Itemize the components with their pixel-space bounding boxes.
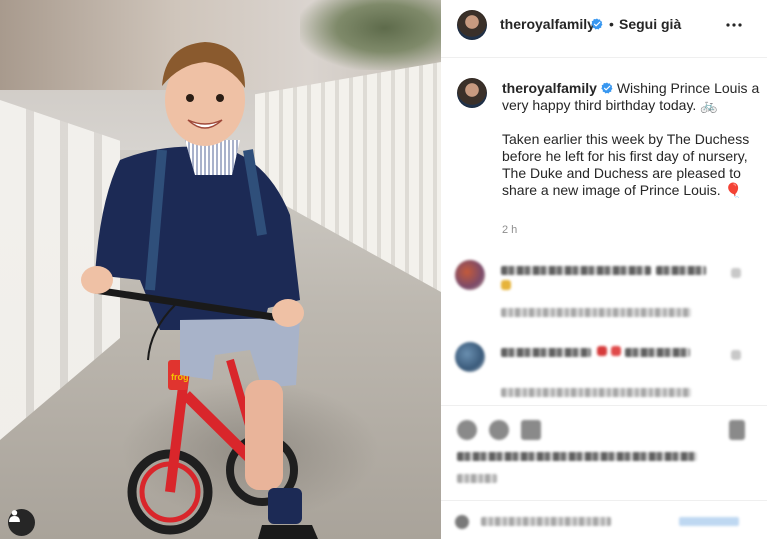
verified-badge-icon	[601, 82, 613, 94]
comment-text-blurred	[656, 266, 706, 275]
comment-text-blurred	[625, 348, 690, 357]
following-button[interactable]: Segui già	[619, 16, 681, 32]
comment-emoji-blurred	[501, 280, 511, 290]
commenter-avatar	[455, 260, 485, 290]
caption-author-username[interactable]: theroyalfamily	[502, 80, 597, 96]
author-avatar[interactable]	[457, 10, 487, 40]
child-on-bike-illustration: frog	[81, 42, 318, 539]
publish-button-blurred[interactable]	[679, 517, 739, 526]
header-separator: •	[609, 16, 614, 32]
heart-icon[interactable]	[731, 268, 741, 278]
comment-input-bar[interactable]	[441, 500, 767, 539]
post-photo[interactable]: frog	[0, 0, 441, 539]
comment-text-blurred	[501, 266, 651, 275]
author-username[interactable]: theroyalfamily	[500, 16, 595, 32]
comment-icon[interactable]	[489, 420, 509, 440]
caption-paragraph-1: theroyalfamily Wishing Prince Louis a ve…	[502, 80, 762, 114]
more-horizontal-icon[interactable]	[721, 13, 747, 37]
comment-meta-blurred	[501, 388, 691, 397]
comment-placeholder-blurred	[481, 517, 611, 526]
caption-paragraph-2: Taken earlier this week by The Duchess b…	[502, 131, 750, 198]
commenter-avatar	[455, 342, 485, 372]
verified-badge-icon	[591, 18, 603, 30]
like-icon[interactable]	[457, 420, 477, 440]
actions-divider	[441, 405, 767, 406]
user-tag-icon[interactable]	[8, 509, 35, 536]
time-blurred	[457, 474, 497, 483]
post-header: theroyalfamily • Segui già	[441, 0, 767, 58]
save-icon[interactable]	[729, 420, 745, 440]
caption-text: theroyalfamily Wishing Prince Louis a ve…	[502, 80, 762, 199]
post-side-panel: theroyalfamily • Segui già theroyalfamil…	[441, 0, 767, 539]
share-icon[interactable]	[521, 420, 541, 440]
caption-author-avatar[interactable]	[457, 78, 487, 108]
comment-meta-blurred	[501, 308, 691, 317]
heart-icon[interactable]	[731, 350, 741, 360]
likes-blurred	[457, 452, 697, 461]
comment-emoji-blurred	[597, 346, 607, 356]
post-timestamp[interactable]: 2 h	[502, 224, 517, 236]
comment-text-blurred	[501, 348, 591, 357]
emoji-icon[interactable]	[455, 515, 469, 529]
comment-emoji-blurred	[611, 346, 621, 356]
